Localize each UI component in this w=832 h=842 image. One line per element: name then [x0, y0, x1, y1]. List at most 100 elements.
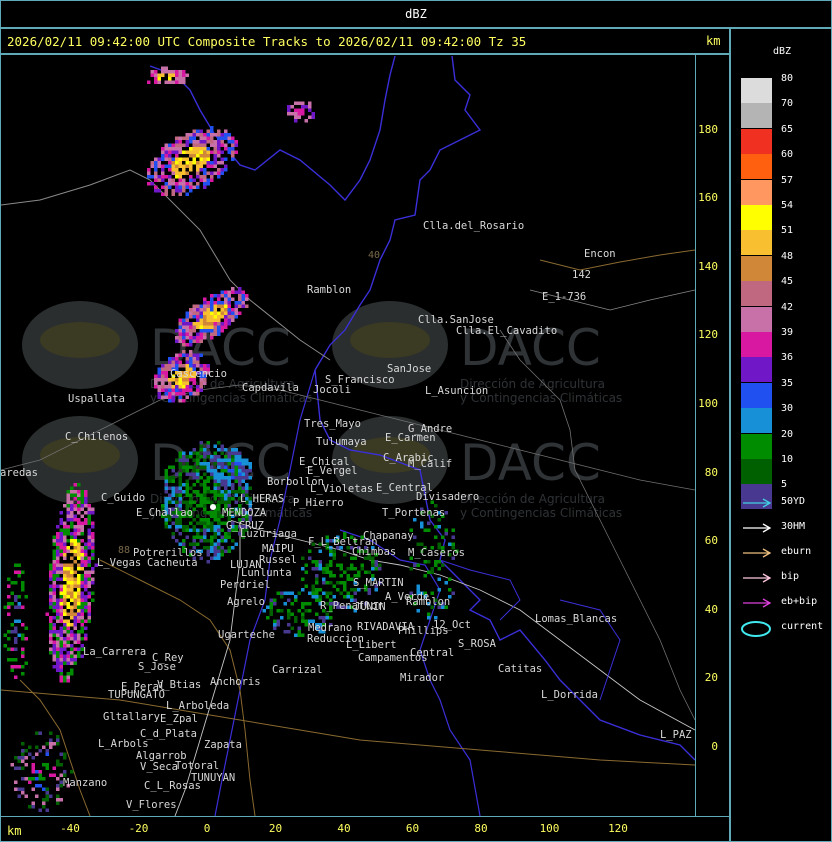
echo-pixel [234, 462, 238, 466]
echo-pixel [77, 493, 81, 497]
legend-swatch [741, 332, 772, 357]
echo-pixel [157, 385, 161, 389]
place-label: Tulumaya [316, 436, 367, 448]
echo-pixel [192, 161, 196, 165]
echo-pixel [168, 385, 172, 389]
echo-pixel [24, 749, 28, 753]
echo-pixel [73, 549, 77, 553]
echo-pixel [168, 150, 172, 154]
echo-pixel [203, 140, 207, 144]
echo-pixel [294, 598, 298, 602]
echo-pixel [339, 563, 343, 567]
echo-pixel [185, 388, 189, 392]
echo-pixel [217, 476, 221, 480]
echo-pixel [66, 637, 70, 641]
echo-pixel [73, 647, 77, 651]
watermark-line1: Dirección de Agricultura [460, 492, 605, 506]
echo-pixel [206, 315, 210, 319]
echo-pixel [224, 500, 228, 504]
echo-pixel [206, 500, 210, 504]
echo-pixel [217, 518, 221, 522]
echo-pixel [192, 476, 196, 480]
echo-pixel [311, 595, 315, 599]
echo-pixel [21, 756, 25, 760]
echo-pixel [273, 623, 277, 627]
echo-pixel [56, 584, 60, 588]
echo-pixel [227, 294, 231, 298]
echo-pixel [84, 581, 88, 585]
echo-pixel [87, 518, 91, 522]
place-label: C_L_Rosas [144, 780, 201, 792]
echo-pixel [199, 455, 203, 459]
echo-pixel [203, 511, 207, 515]
echo-pixel [294, 619, 298, 623]
echo-pixel [66, 644, 70, 648]
echo-pixel [210, 455, 214, 459]
echo-pixel [224, 448, 228, 452]
echo-pixel [189, 182, 193, 186]
echo-pixel [294, 108, 298, 112]
echo-pixel [213, 455, 217, 459]
echo-pixel [189, 140, 193, 144]
echo-pixel [52, 633, 56, 637]
echo-pixel [182, 469, 186, 473]
echo-pixel [182, 392, 186, 396]
echo-pixel [227, 472, 231, 476]
echo-pixel [199, 521, 203, 525]
echo-pixel [178, 486, 182, 490]
legend-swatch [741, 255, 772, 281]
echo-pixel [434, 563, 438, 567]
echo-pixel [178, 497, 182, 501]
echo-pixel [24, 595, 28, 599]
echo-pixel [10, 658, 14, 662]
echo-pixel [84, 605, 88, 609]
echo-pixel [45, 766, 49, 770]
echo-pixel [178, 455, 182, 459]
echo-pixel [294, 616, 298, 620]
echo-pixel [59, 644, 63, 648]
echo-pixel [325, 563, 329, 567]
echo-pixel [224, 458, 228, 462]
echo-pixel [91, 521, 95, 525]
x-tick-label: 0 [203, 822, 211, 835]
echo-pixel [297, 108, 301, 112]
echo-pixel [49, 567, 53, 571]
route-number-label: 40 [368, 250, 380, 261]
echo-pixel [157, 164, 161, 168]
echo-pixel [171, 500, 175, 504]
echo-pixel [70, 549, 74, 553]
echo-pixel [66, 507, 70, 511]
place-label: Russel [259, 554, 297, 566]
echo-pixel [73, 553, 77, 557]
echo-pixel [427, 528, 431, 532]
echo-pixel [178, 73, 182, 77]
echo-pixel [63, 675, 67, 679]
echo-pixel [374, 560, 378, 564]
echo-pixel [189, 497, 193, 501]
echo-pixel [63, 644, 67, 648]
echo-pixel [70, 521, 74, 525]
echo-pixel [213, 542, 217, 546]
legend-swatch [741, 408, 772, 434]
echo-pixel [325, 591, 329, 595]
echo-pixel [59, 567, 63, 571]
echo-pixel [294, 115, 298, 119]
radar-map[interactable]: DACCDirección de Agriculturay Contingenc… [1, 55, 695, 816]
echo-pixel [220, 469, 224, 473]
echo-pixel [210, 140, 214, 144]
echo-pixel [269, 612, 273, 616]
echo-pixel [196, 332, 200, 336]
place-label: 142 [572, 269, 591, 281]
echo-pixel [322, 570, 326, 574]
echo-pixel [304, 105, 308, 109]
echo-pixel [206, 518, 210, 522]
echo-pixel [234, 458, 238, 462]
echo-pixel [189, 168, 193, 172]
echo-pixel [35, 745, 39, 749]
echo-pixel [213, 490, 217, 494]
echo-pixel [77, 521, 81, 525]
echo-pixel [164, 80, 168, 84]
echo-pixel [87, 591, 91, 595]
echo-pixel [52, 560, 56, 564]
echo-pixel [66, 511, 70, 515]
